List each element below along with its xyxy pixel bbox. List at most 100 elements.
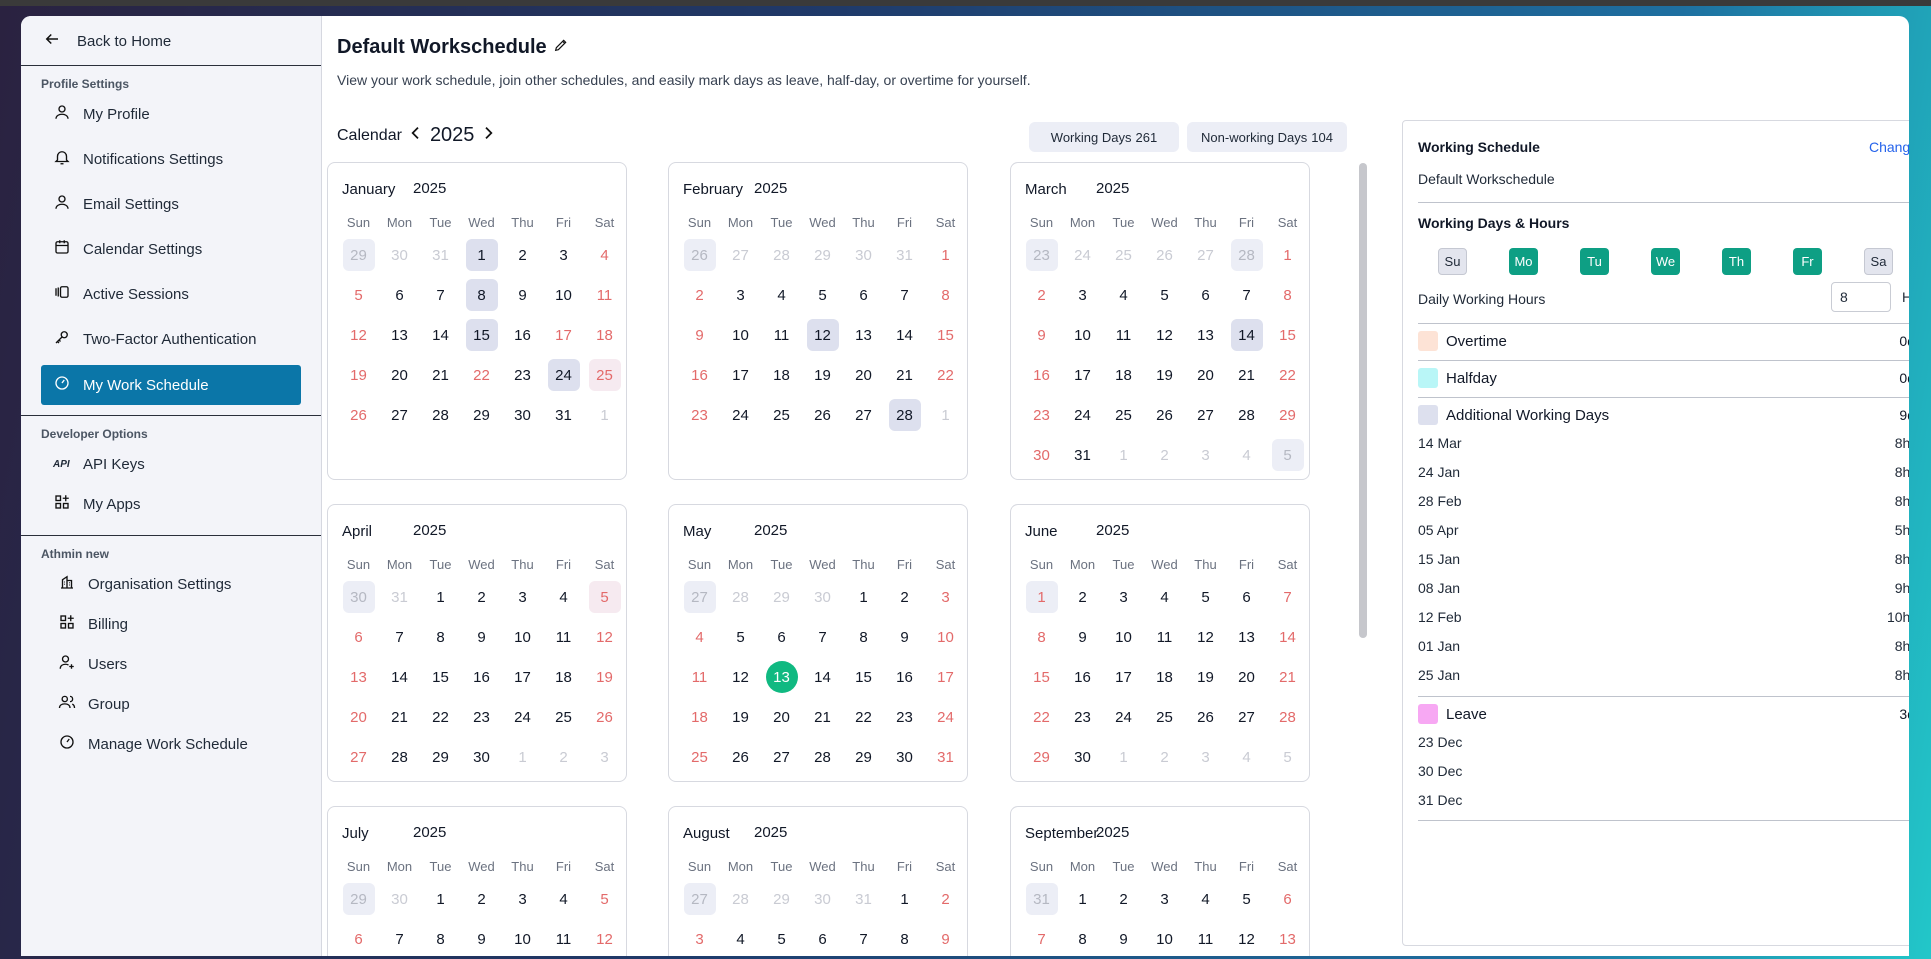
list-item[interactable]: 30 Dec [1418, 763, 1909, 779]
day-cell[interactable]: 8 [1267, 275, 1308, 315]
day-cell[interactable]: 9 [502, 275, 543, 315]
day-cell[interactable]: 4 [1226, 435, 1267, 475]
day-cell[interactable]: 30 [802, 577, 843, 617]
day-cell[interactable]: 31 [884, 235, 925, 275]
list-item[interactable]: 31 Dec [1418, 792, 1909, 808]
day-cell[interactable]: 5 [720, 617, 761, 657]
day-cell[interactable]: 28 [720, 577, 761, 617]
day-cell[interactable]: 10 [1144, 919, 1185, 956]
day-cell[interactable]: 30 [1062, 737, 1103, 777]
day-cell[interactable]: 25 [1103, 395, 1144, 435]
day-cell[interactable]: 16 [461, 657, 502, 697]
day-cell[interactable]: 5 [338, 275, 379, 315]
day-cell[interactable]: 18 [584, 315, 625, 355]
day-cell[interactable]: 15 [925, 315, 966, 355]
sidebar-item-notifications-settings[interactable]: Notifications Settings [41, 140, 301, 178]
day-cell[interactable]: 8 [843, 617, 884, 657]
day-cell[interactable]: 11 [761, 315, 802, 355]
day-cell[interactable]: 1 [420, 577, 461, 617]
day-cell[interactable]: 30 [338, 577, 379, 617]
day-cell[interactable]: 2 [679, 275, 720, 315]
day-cell[interactable]: 3 [1185, 737, 1226, 777]
day-cell[interactable]: 1 [1267, 235, 1308, 275]
day-cell[interactable]: 6 [1267, 879, 1308, 919]
daily-hours-input[interactable]: 8 [1831, 282, 1891, 312]
day-cell[interactable]: 1 [584, 395, 625, 435]
day-cell[interactable]: 3 [1144, 879, 1185, 919]
day-cell[interactable]: 12 [802, 315, 843, 355]
sidebar-item-manage-work-schedule[interactable]: Manage Work Schedule [46, 725, 306, 763]
day-cell[interactable]: 28 [884, 395, 925, 435]
day-cell[interactable]: 3 [1185, 435, 1226, 475]
day-cell[interactable]: 3 [502, 577, 543, 617]
list-item[interactable]: 25 Jan 8hr [1418, 667, 1909, 683]
day-cell[interactable]: 29 [1267, 395, 1308, 435]
day-cell[interactable]: 6 [379, 275, 420, 315]
day-cell[interactable]: 3 [1062, 275, 1103, 315]
day-cell[interactable]: 1 [1062, 879, 1103, 919]
day-cell[interactable]: 22 [420, 697, 461, 737]
day-cell[interactable]: 11 [679, 657, 720, 697]
day-cell[interactable]: 10 [1062, 315, 1103, 355]
day-cell[interactable]: 7 [379, 617, 420, 657]
day-cell[interactable]: 29 [338, 879, 379, 919]
day-cell[interactable]: 30 [379, 879, 420, 919]
day-cell[interactable]: 28 [1226, 235, 1267, 275]
day-cell[interactable]: 12 [1185, 617, 1226, 657]
day-cell[interactable]: 4 [720, 919, 761, 956]
day-cell[interactable]: 10 [925, 617, 966, 657]
day-cell[interactable]: 31 [1021, 879, 1062, 919]
day-cell[interactable]: 6 [338, 919, 379, 956]
day-cell[interactable]: 4 [761, 275, 802, 315]
day-cell[interactable]: 12 [584, 617, 625, 657]
sidebar-item-my-profile[interactable]: My Profile [41, 95, 301, 133]
day-cell[interactable]: 2 [1021, 275, 1062, 315]
day-cell[interactable]: 23 [679, 395, 720, 435]
day-cell[interactable]: 7 [379, 919, 420, 956]
change-schedule-link[interactable]: Change [1869, 139, 1909, 155]
day-cell[interactable]: 10 [502, 919, 543, 956]
day-cell[interactable]: 1 [925, 395, 966, 435]
day-cell[interactable]: 8 [420, 919, 461, 956]
day-cell[interactable]: 21 [420, 355, 461, 395]
day-cell[interactable]: 2 [1103, 879, 1144, 919]
day-cell[interactable]: 31 [420, 235, 461, 275]
day-cell[interactable]: 30 [379, 235, 420, 275]
day-cell[interactable]: 28 [379, 737, 420, 777]
day-cell[interactable]: 24 [543, 355, 584, 395]
sidebar-item-group[interactable]: Group [46, 685, 306, 723]
day-cell[interactable]: 11 [543, 617, 584, 657]
day-cell[interactable]: 30 [461, 737, 502, 777]
day-cell[interactable]: 1 [461, 235, 502, 275]
day-cell[interactable]: 13 [338, 657, 379, 697]
day-cell[interactable]: 29 [761, 879, 802, 919]
day-cell[interactable]: 1 [502, 737, 543, 777]
sidebar-item-users[interactable]: Users [46, 645, 306, 683]
day-cell[interactable]: 19 [720, 697, 761, 737]
halfday-row[interactable]: Halfday 0d [1418, 367, 1909, 389]
list-item[interactable]: 24 Jan 8hr [1418, 464, 1909, 480]
day-cell[interactable]: 2 [884, 577, 925, 617]
day-cell[interactable]: 16 [679, 355, 720, 395]
day-cell[interactable]: 4 [543, 879, 584, 919]
day-cell[interactable]: 16 [884, 657, 925, 697]
day-cell[interactable]: 24 [925, 697, 966, 737]
day-cell[interactable]: 21 [884, 355, 925, 395]
day-cell[interactable]: 9 [1103, 919, 1144, 956]
day-cell[interactable]: 27 [720, 235, 761, 275]
day-cell[interactable]: 9 [461, 617, 502, 657]
day-cell[interactable]: 12 [1144, 315, 1185, 355]
day-cell[interactable]: 4 [1185, 879, 1226, 919]
day-cell[interactable]: 31 [379, 577, 420, 617]
day-cell[interactable]: 2 [461, 879, 502, 919]
day-cell[interactable]: 20 [843, 355, 884, 395]
weekday-chip[interactable]: We [1651, 248, 1680, 275]
day-cell[interactable]: 19 [338, 355, 379, 395]
day-cell[interactable]: 9 [1062, 617, 1103, 657]
day-cell[interactable]: 17 [1062, 355, 1103, 395]
day-cell[interactable]: 5 [1267, 435, 1308, 475]
day-cell[interactable]: 29 [1021, 737, 1062, 777]
day-cell[interactable]: 13 [379, 315, 420, 355]
overtime-row[interactable]: Overtime 0d [1418, 330, 1909, 352]
day-cell[interactable]: 5 [1144, 275, 1185, 315]
